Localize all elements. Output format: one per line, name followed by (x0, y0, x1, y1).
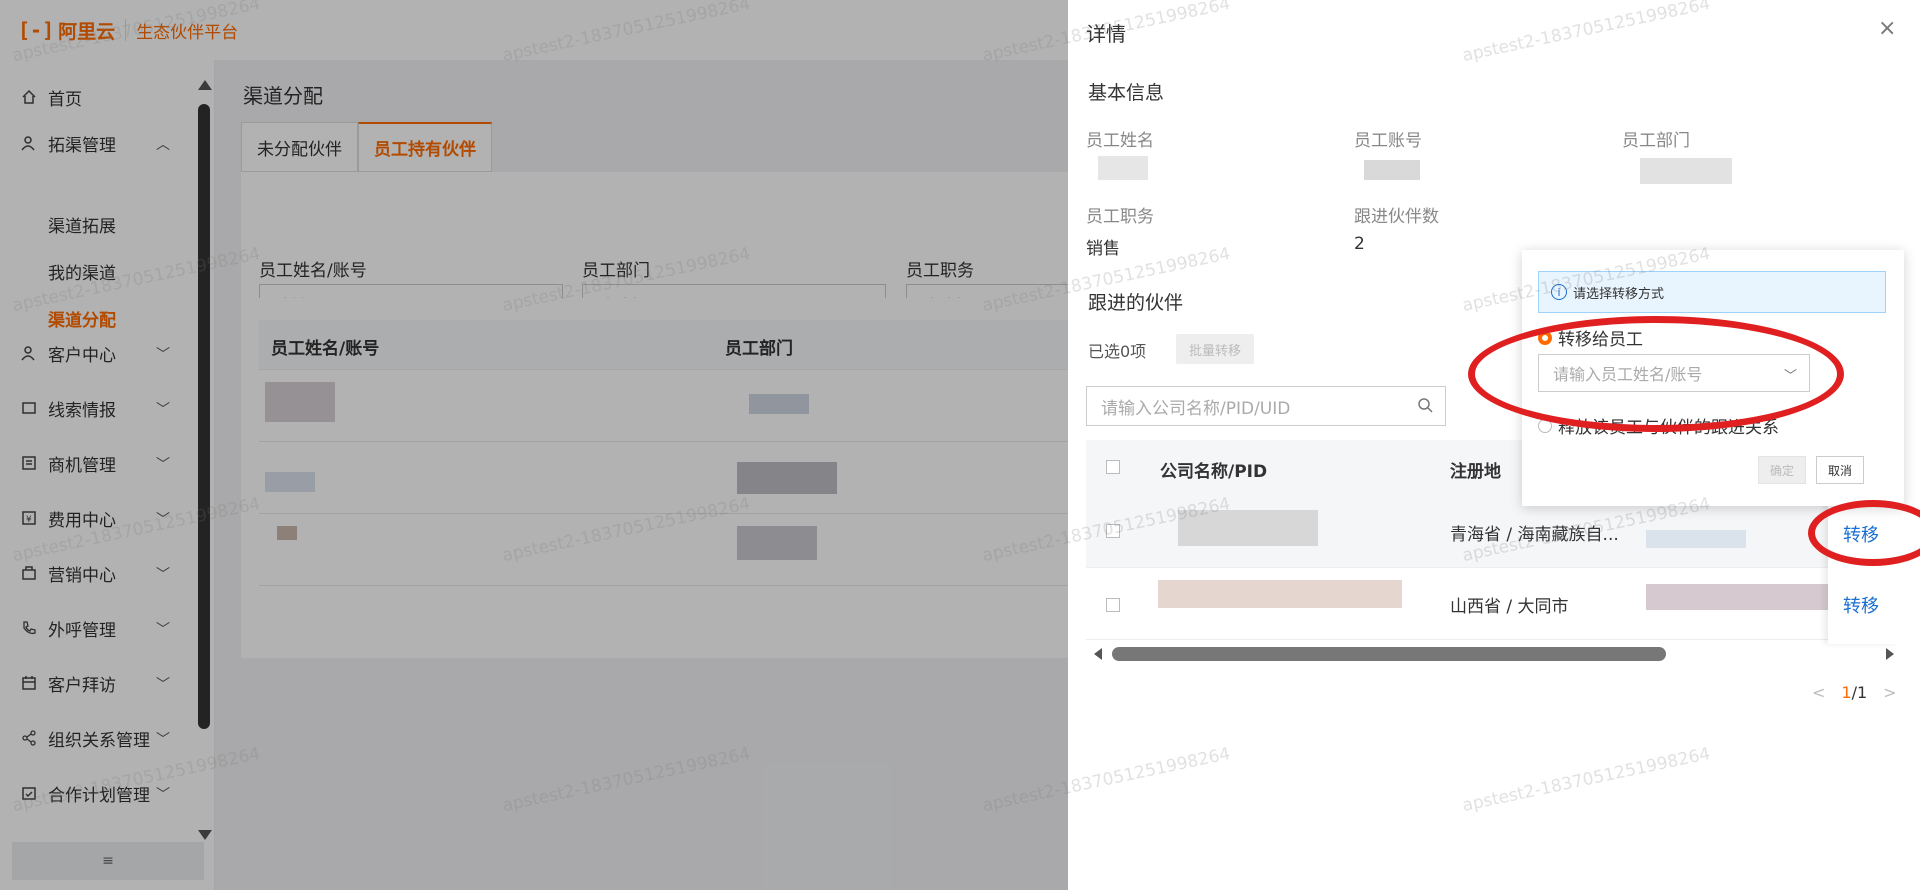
scroll-left-arrow-icon[interactable] (1094, 648, 1102, 660)
employee-account-label: 员工账号 (1354, 131, 1422, 151)
close-icon[interactable]: × (1878, 16, 1896, 41)
redacted-company (1178, 510, 1318, 546)
redacted-employee-name (1098, 156, 1148, 180)
select-all-checkbox[interactable] (1106, 460, 1120, 474)
employee-name-label: 员工姓名 (1086, 131, 1154, 151)
row-checkbox[interactable] (1106, 598, 1120, 612)
row-checkbox[interactable] (1106, 524, 1120, 538)
transfer-tip: i 请选择转移方式 (1538, 271, 1886, 313)
page-indicator: 1/1 (1841, 683, 1867, 702)
transfer-tip-text: 请选择转移方式 (1573, 286, 1665, 302)
followed-partners-title: 跟进的伙伴 (1088, 292, 1184, 314)
search-placeholder: 请输入公司名称/PID/UID (1101, 398, 1291, 419)
partner-count-label: 跟进伙伴数 (1354, 207, 1439, 227)
drawer-title: 详情 (1086, 22, 1126, 46)
employee-dept-label: 员工部门 (1622, 131, 1690, 151)
redacted-cell (1646, 530, 1746, 548)
company-search-input[interactable]: 请输入公司名称/PID/UID (1086, 386, 1446, 426)
total-pages: /1 (1851, 683, 1868, 702)
modal-overlay[interactable] (0, 0, 1068, 890)
next-page-icon[interactable]: > (1883, 683, 1896, 702)
redacted-employee-dept (1640, 158, 1732, 184)
transfer-link-row-2[interactable]: 转移 (1843, 592, 1879, 618)
scroll-thumb[interactable] (1112, 647, 1666, 661)
redacted-employee-account (1364, 160, 1420, 180)
region-value: 山西省 / 大同市 (1450, 597, 1569, 617)
pagination: < 1/1 > (1812, 683, 1897, 702)
region-value: 青海省 / 海南藏族自... (1450, 525, 1619, 545)
employee-role-value: 销售 (1086, 239, 1120, 259)
selected-count: 已选0项 (1088, 342, 1147, 361)
basic-info-title: 基本信息 (1088, 82, 1165, 104)
cancel-button[interactable]: 取消 (1816, 456, 1864, 484)
confirm-button[interactable]: 确定 (1758, 456, 1806, 484)
table-row[interactable]: 青海省 / 海南藏族自... (1086, 496, 1898, 568)
prev-page-icon[interactable]: < (1812, 683, 1825, 702)
annotation-ring-transfer-option (1468, 316, 1844, 432)
redacted-company (1158, 580, 1402, 608)
batch-transfer-button[interactable]: 批量转移 (1176, 334, 1254, 364)
col-company: 公司名称/PID (1160, 462, 1268, 482)
table-row[interactable]: 山西省 / 大同市 (1086, 568, 1898, 640)
redacted-cell (1646, 584, 1846, 610)
info-icon: i (1551, 284, 1567, 300)
current-page: 1 (1841, 683, 1852, 702)
scroll-right-arrow-icon[interactable] (1886, 648, 1894, 660)
col-region: 注册地 (1450, 462, 1501, 482)
employee-role-label: 员工职务 (1086, 207, 1154, 227)
search-icon[interactable] (1417, 397, 1433, 417)
table-horizontal-scrollbar[interactable] (1090, 645, 1898, 663)
partner-count-value: 2 (1354, 234, 1365, 254)
